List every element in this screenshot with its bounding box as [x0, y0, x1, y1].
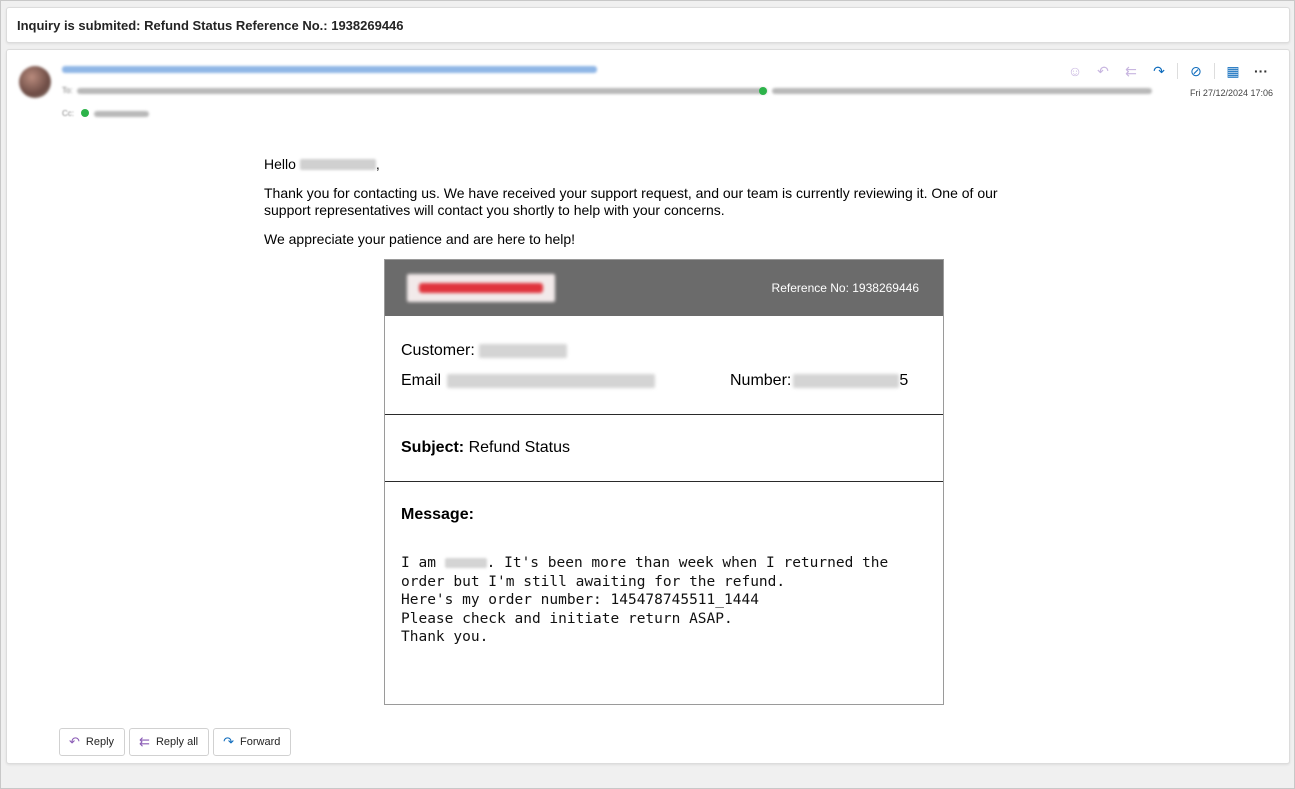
apps-icon[interactable]: ▦: [1221, 60, 1245, 82]
message-line-2: order but I'm still awaiting for the ref…: [401, 573, 786, 590]
customer-label: Customer:: [401, 342, 475, 359]
email-subject: Inquiry is submited: Refund Status Refer…: [17, 18, 404, 33]
greeting-text: Hello: [264, 156, 296, 172]
ticket-header: Reference No: 1938269446: [385, 260, 943, 316]
subject-bar: Inquiry is submited: Refund Status Refer…: [6, 7, 1290, 43]
message-label: Message:: [401, 506, 474, 523]
cc-presence-dot-icon: [81, 109, 89, 117]
message-text: I am: [401, 555, 445, 571]
cc-recipient-redacted[interactable]: [94, 111, 149, 117]
recipients-line-redacted-2[interactable]: [772, 88, 1152, 94]
message-body: I am . It's been more than week when I r…: [401, 554, 921, 647]
greeting-suffix: ,: [375, 156, 380, 172]
reply-button-label: Reply: [85, 736, 115, 748]
email-body: Hello , Thank you for contacting us. We …: [264, 156, 1034, 248]
message-line-1: I am . It's been more than week when I r…: [401, 554, 921, 573]
sent-date: Fri 27/12/2024 17:06: [1189, 88, 1273, 98]
reply-all-icon[interactable]: ⇇: [1119, 60, 1143, 82]
email-row: Email: [401, 372, 656, 390]
forward-button[interactable]: ↷ Forward: [213, 728, 292, 756]
company-logo-redacted: [407, 274, 555, 302]
recipient-name-redacted: [299, 159, 376, 170]
recipients-line-redacted[interactable]: [77, 88, 767, 94]
to-label: To:: [62, 86, 73, 95]
forward-button-label: Forward: [240, 736, 281, 748]
ticket-card: Reference No: 1938269446 Customer: Email…: [384, 259, 944, 705]
subject-value: Refund Status: [468, 439, 570, 456]
message-actions: ☺ ↶ ⇇ ↷ ⊘ ▦ ···: [1063, 60, 1273, 82]
emoji-icon[interactable]: ☺: [1063, 60, 1087, 82]
reply-button[interactable]: ↶ Reply: [59, 728, 126, 756]
message-card: To: Cc: ☺ ↶ ⇇ ↷ ⊘ ▦ ··· Fri 27/12/2024 1…: [6, 49, 1290, 764]
number-tail: 5: [899, 372, 909, 389]
forward-icon: ↷: [223, 734, 235, 749]
sender-name-redacted: [444, 558, 487, 568]
reply-all-button[interactable]: ⇇ Reply all: [129, 728, 210, 756]
reply-icon: ↶: [69, 734, 80, 749]
customer-row: Customer:: [401, 342, 567, 360]
email-value-redacted: [447, 374, 656, 388]
greeting-line: Hello ,: [264, 156, 1034, 173]
message-text: . It's been more than week when I return…: [486, 555, 889, 571]
divider: [385, 481, 943, 482]
reference-number: Reference No: 1938269446: [771, 281, 919, 295]
message-line-5: Thank you.: [401, 629, 489, 646]
number-row: Number: 5: [730, 372, 908, 390]
reply-icon[interactable]: ↶: [1091, 60, 1115, 82]
divider: [1177, 63, 1178, 79]
divider: [1214, 63, 1215, 79]
email-window: Inquiry is submited: Refund Status Refer…: [0, 0, 1295, 789]
reply-all-icon: ⇇: [139, 734, 150, 749]
number-value-redacted: [793, 374, 900, 388]
cc-label: Cc:: [62, 109, 74, 118]
number-label: Number:: [730, 372, 792, 389]
subject-row: Subject: Refund Status: [401, 439, 570, 457]
forward-icon[interactable]: ↷: [1147, 60, 1171, 82]
reply-all-button-label: Reply all: [155, 736, 199, 748]
body-paragraph-2: We appreciate your patience and are here…: [264, 231, 576, 247]
message-line-4: Please check and initiate return ASAP.: [401, 610, 733, 627]
sender-line-redacted[interactable]: [62, 66, 597, 73]
email-label: Email: [401, 372, 442, 389]
more-icon[interactable]: ···: [1249, 60, 1273, 82]
body-paragraph-1: Thank you for contacting us. We have rec…: [264, 185, 998, 218]
sender-avatar[interactable]: [19, 66, 51, 98]
loop-icon[interactable]: ⊘: [1184, 60, 1208, 82]
subject-label: Subject:: [401, 439, 465, 456]
response-buttons: ↶ Reply ⇇ Reply all ↷ Forward: [59, 728, 292, 756]
message-line-3: Here's my order number: 145478745511_144…: [401, 592, 759, 609]
customer-value-redacted: [478, 344, 567, 358]
divider: [385, 414, 943, 415]
presence-dot-icon: [759, 87, 767, 95]
